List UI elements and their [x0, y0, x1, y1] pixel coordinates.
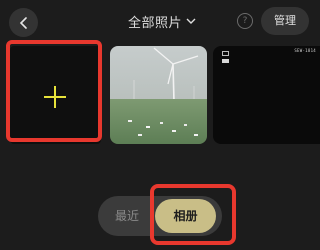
album-selector[interactable]: 全部照片 [128, 11, 196, 31]
help-icon[interactable]: ? [237, 13, 253, 29]
photo-thumbnail-windfarm[interactable] [110, 46, 207, 144]
chevron-down-icon [186, 18, 196, 24]
top-bar: 全部照片 ? 管理 [0, 0, 320, 40]
album-tab-highlight [150, 184, 236, 245]
manage-button[interactable]: 管理 [261, 7, 309, 35]
photo-thumbnail-screenshot[interactable]: SEW-1814 [213, 46, 320, 144]
plus-icon-bar [44, 96, 66, 98]
page-title: 全部照片 [128, 15, 183, 31]
mini-app-icon [222, 51, 229, 56]
back-button[interactable] [9, 8, 38, 37]
status-bar-text: SEW-1814 [294, 48, 316, 53]
grazing-animals-graphic [128, 120, 198, 136]
back-arrow-icon [19, 16, 27, 29]
tab-recent[interactable]: 最近 [109, 196, 145, 236]
mini-label [222, 59, 229, 63]
